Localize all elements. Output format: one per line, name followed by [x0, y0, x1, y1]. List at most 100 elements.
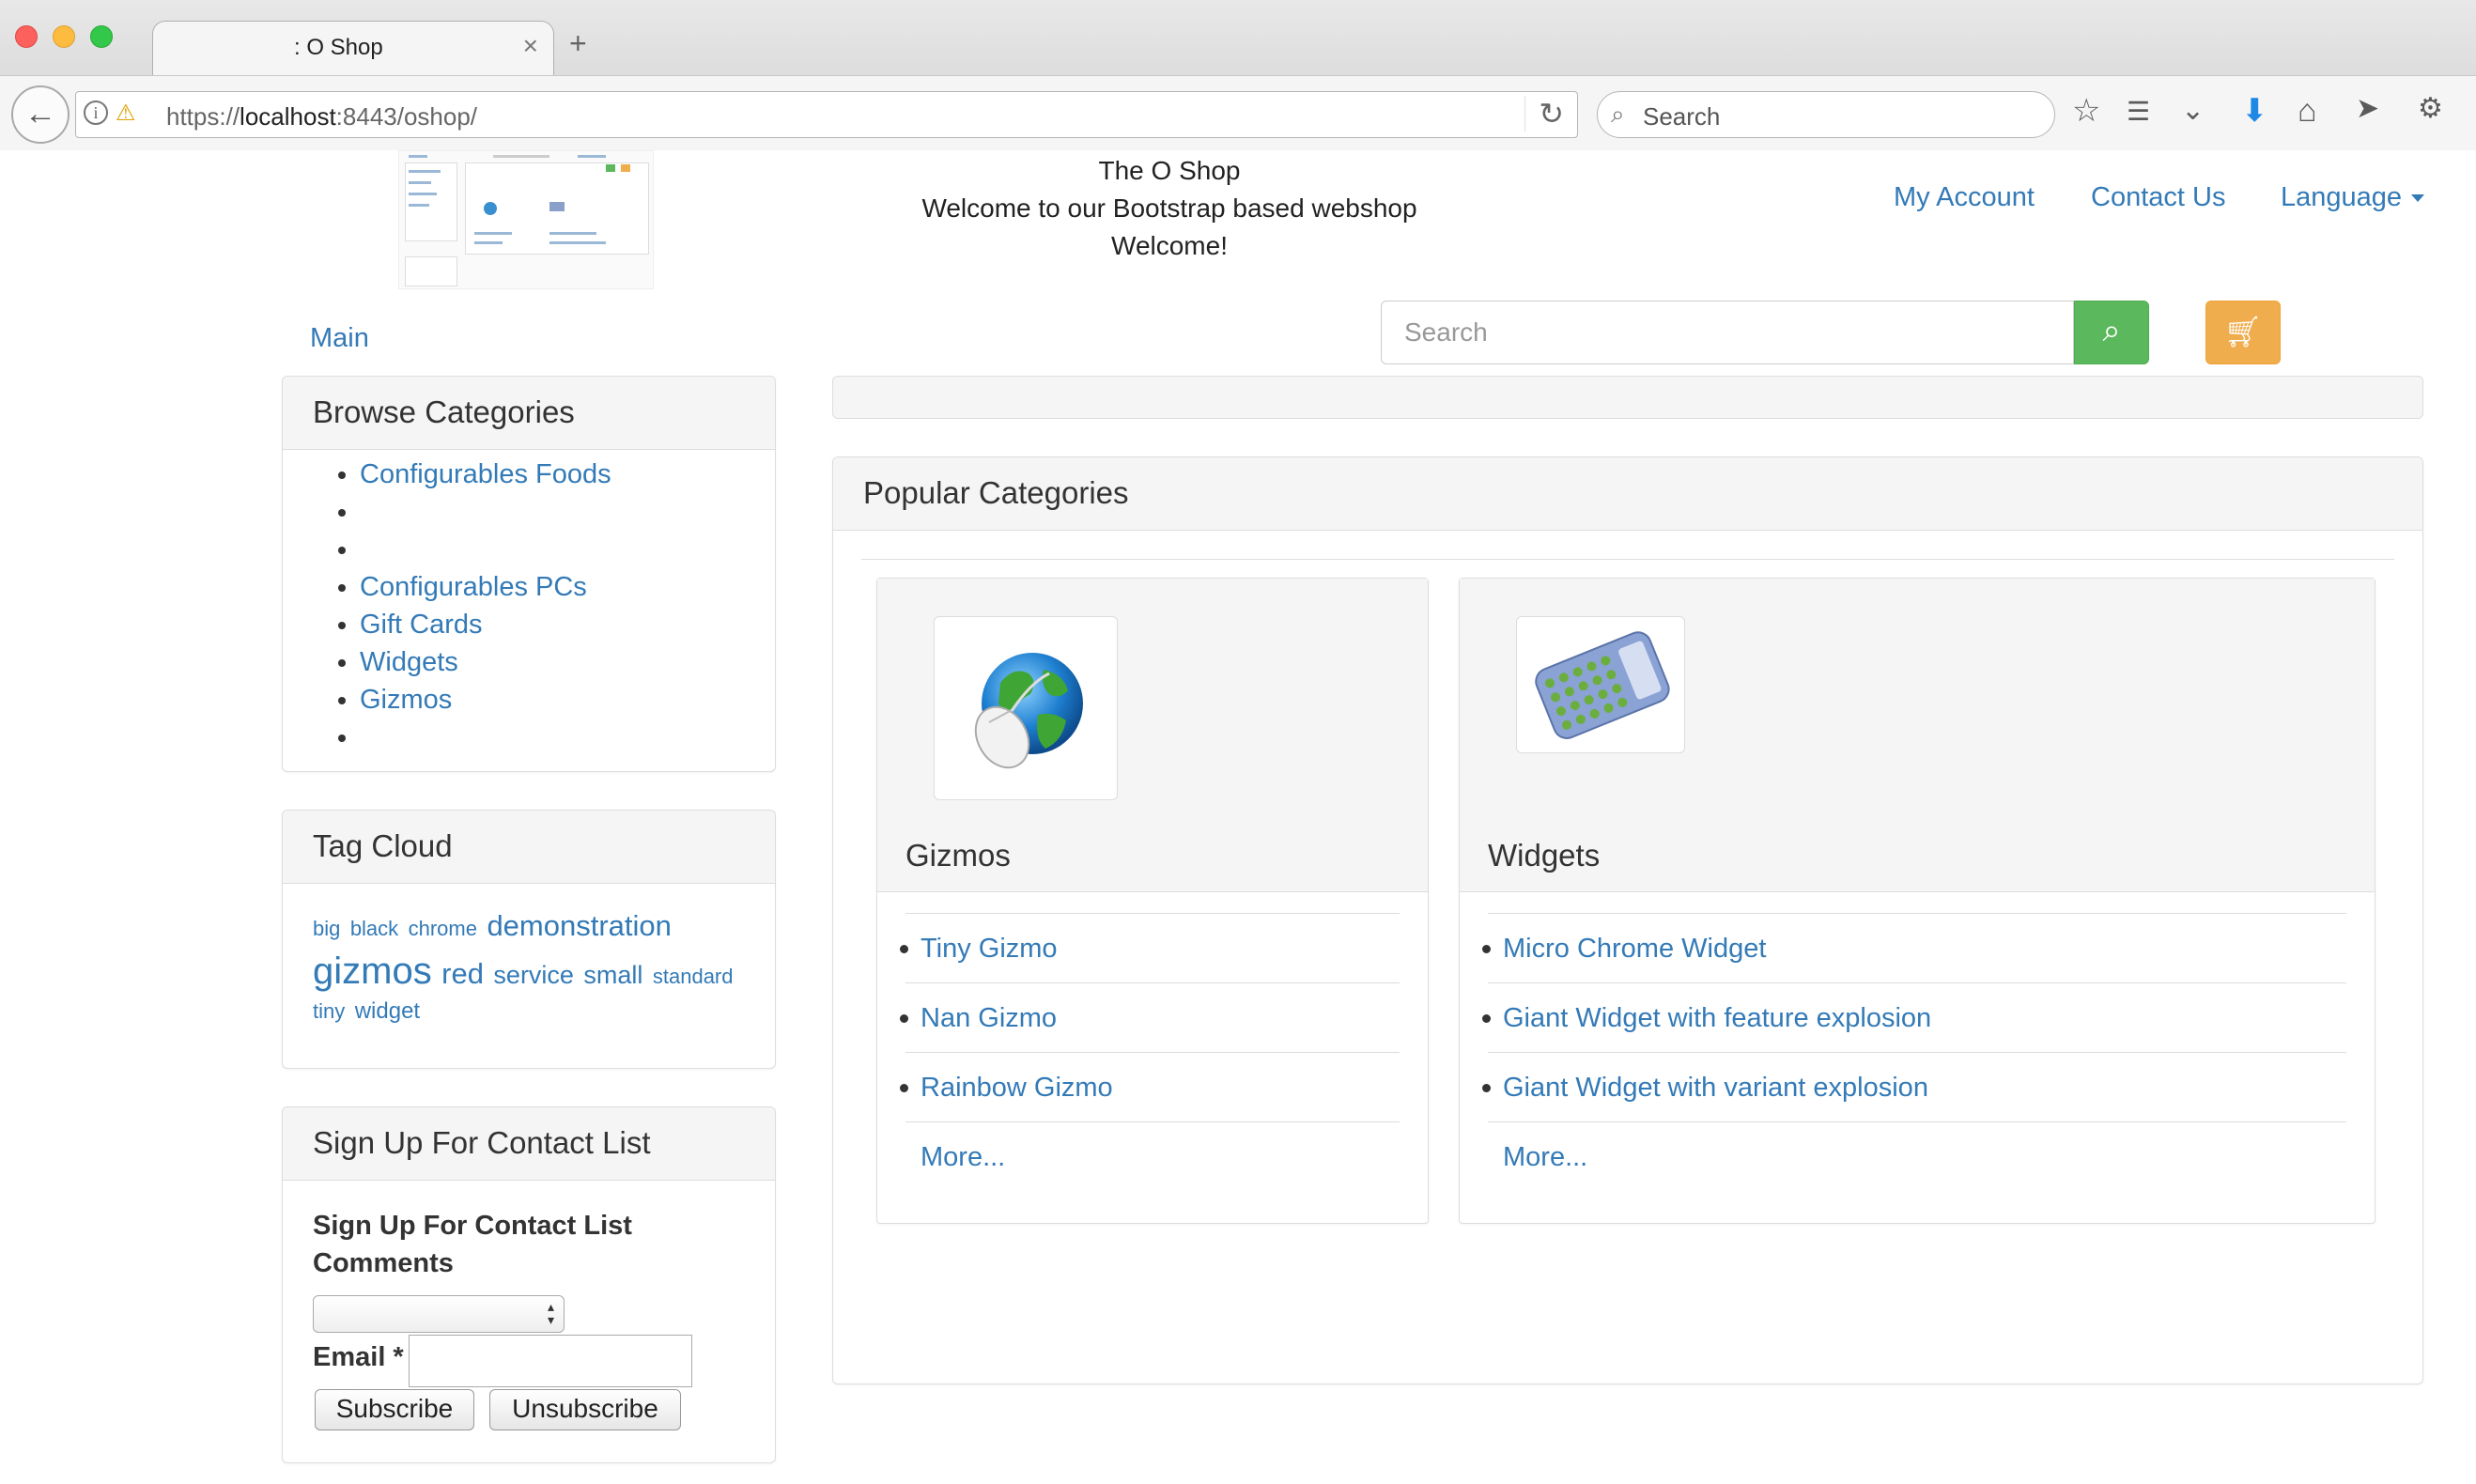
tag-link[interactable]: widget — [355, 998, 420, 1024]
nav-language-dropdown[interactable]: Language — [2281, 182, 2425, 213]
tag-link[interactable]: small — [583, 961, 642, 989]
calculator-icon[interactable] — [1516, 616, 1685, 753]
chevron-down-icon — [2411, 194, 2425, 203]
tag-link[interactable]: black — [350, 917, 398, 940]
shop-logo[interactable] — [398, 150, 654, 289]
tag-link[interactable]: service — [493, 961, 574, 989]
home-icon[interactable]: ⌂ — [2298, 95, 2317, 127]
category-link[interactable]: Configurables PCs — [360, 572, 587, 602]
comments-label: Comments — [313, 1248, 454, 1278]
tag-link[interactable]: big — [313, 917, 340, 940]
list-item: Micro Chrome Widget — [1482, 913, 2346, 982]
back-icon[interactable]: ← — [11, 85, 70, 144]
product-list: Tiny Gizmo Nan Gizmo Rainbow Gizmo More.… — [900, 913, 1400, 1191]
tag-cloud-panel: Tag Cloud big black chrome demonstration… — [282, 810, 776, 1069]
comments-select[interactable]: ▴ ▾ — [313, 1295, 565, 1333]
send-icon[interactable]: ➤ — [2356, 95, 2379, 123]
category-card-gizmos: Gizmos Tiny Gizmo Nan Gizmo Rainbow Gizm… — [876, 578, 1429, 1224]
category-title[interactable]: Widgets — [1488, 838, 1600, 873]
minimize-window-button[interactable] — [53, 25, 75, 48]
shop-name: The O Shop — [1098, 156, 1241, 185]
browser-search-placeholder: Search — [1643, 102, 1721, 131]
browser-toolbar: ← i ⚠ https://localhost:8443/oshop/ ↻ ⌕ … — [0, 75, 2476, 150]
search-input[interactable] — [1381, 301, 2074, 364]
more-link[interactable]: More... — [1503, 1142, 1587, 1172]
pocket-icon[interactable]: ⌄ — [2181, 97, 2205, 125]
nav-language-label: Language — [2281, 182, 2403, 212]
insecure-lock-icon[interactable]: ⚠ — [116, 100, 136, 127]
list-item: Gift Cards — [360, 606, 775, 643]
tag-link[interactable]: standard — [653, 965, 734, 988]
category-title[interactable]: Gizmos — [905, 838, 1011, 873]
bookmark-star-icon[interactable]: ☆ — [2072, 95, 2100, 127]
reading-list-icon[interactable]: ☰ — [2127, 99, 2150, 125]
browse-categories-panel: Browse Categories Configurables Foods Co… — [282, 376, 776, 772]
category-card-header: Gizmos — [877, 579, 1428, 892]
search-button[interactable]: ⌕ — [2074, 301, 2149, 364]
tag-link[interactable]: red — [441, 957, 484, 990]
zoom-window-button[interactable] — [90, 25, 113, 48]
message-bar — [832, 376, 2423, 419]
globe-mouse-icon[interactable] — [934, 616, 1118, 800]
subscribe-button[interactable]: Subscribe — [315, 1389, 474, 1430]
signup-heading: Sign Up For Contact List — [313, 1211, 632, 1241]
reload-icon[interactable]: ↻ — [1524, 96, 1564, 131]
search-icon: ⌕ — [2102, 313, 2121, 348]
url-bar[interactable]: i ⚠ https://localhost:8443/oshop/ ↻ — [75, 91, 1578, 138]
list-item: Configurables Foods — [360, 456, 775, 493]
list-item: More... — [1488, 1121, 2346, 1191]
divider — [861, 559, 2394, 560]
category-link[interactable]: Gift Cards — [360, 610, 483, 640]
nav-contact-us[interactable]: Contact Us — [2091, 182, 2225, 213]
new-tab-button[interactable]: + — [569, 28, 587, 58]
tag-link[interactable]: tiny — [313, 999, 345, 1023]
product-link[interactable]: Nan Gizmo — [921, 1003, 1057, 1033]
close-window-button[interactable] — [15, 25, 38, 48]
tag-link[interactable]: gizmos — [313, 951, 432, 992]
info-icon[interactable]: i — [84, 100, 108, 125]
browser-chrome: : O Shop × + ← i ⚠ https://localhost:844… — [0, 0, 2476, 150]
tab-close-icon[interactable]: × — [523, 31, 538, 61]
category-link[interactable]: Widgets — [360, 647, 458, 677]
tag-cloud-title: Tag Cloud — [283, 811, 775, 884]
list-item — [360, 531, 775, 568]
bug-icon[interactable]: ⚙ — [2418, 95, 2443, 123]
product-link[interactable]: Giant Widget with feature explosion — [1503, 1003, 1931, 1033]
tag-cloud: big black chrome demonstration gizmos re… — [283, 884, 775, 1027]
more-link[interactable]: More... — [921, 1142, 1005, 1172]
category-link[interactable]: Gizmos — [360, 685, 452, 715]
list-item: Gizmos — [360, 681, 775, 719]
list-item: Widgets — [360, 643, 775, 681]
url-text[interactable]: https://localhost:8443/oshop/ — [166, 102, 477, 131]
browser-tab[interactable]: : O Shop × — [152, 21, 554, 75]
shop-tagline: Welcome to our Bootstrap based webshop — [921, 193, 1417, 223]
welcome-message: Welcome! — [1111, 231, 1228, 260]
product-link[interactable]: Giant Widget with variant explosion — [1503, 1073, 1928, 1103]
tag-link[interactable]: chrome — [409, 917, 477, 940]
search-icon: ⌕ — [1611, 100, 1625, 128]
signup-form: Sign Up For Contact List Comments — [283, 1181, 775, 1282]
tag-link[interactable]: demonstration — [487, 909, 671, 942]
unsubscribe-button[interactable]: Unsubscribe — [489, 1389, 681, 1430]
popular-categories-title: Popular Categories — [833, 457, 2422, 531]
product-link[interactable]: Rainbow Gizmo — [921, 1073, 1113, 1103]
product-list: Micro Chrome Widget Giant Widget with fe… — [1482, 913, 2346, 1191]
nav-my-account[interactable]: My Account — [1894, 182, 2035, 213]
popular-categories-panel: Popular Categories Gizmos Tiny Gizmo Nan… — [832, 456, 2423, 1384]
email-label: Email * — [313, 1342, 404, 1372]
shopping-cart-icon: 🛒︎ — [2223, 315, 2263, 348]
category-link[interactable]: Configurables Foods — [360, 459, 611, 489]
browse-categories-title: Browse Categories — [283, 377, 775, 450]
download-icon[interactable]: ⬇ — [2241, 95, 2268, 127]
list-item: More... — [905, 1121, 1400, 1191]
breadcrumb-main[interactable]: Main — [310, 323, 369, 354]
updown-icon: ▴ ▾ — [547, 1299, 554, 1327]
list-item: Giant Widget with variant explosion — [1482, 1052, 2346, 1121]
cart-button[interactable]: 🛒︎ — [2205, 301, 2281, 364]
email-field[interactable] — [409, 1335, 692, 1387]
product-link[interactable]: Tiny Gizmo — [921, 934, 1058, 964]
shop-header: The O Shop Welcome to our Bootstrap base… — [845, 152, 1493, 265]
product-link[interactable]: Micro Chrome Widget — [1503, 934, 1766, 964]
browser-search-field[interactable]: ⌕ Search — [1597, 91, 2055, 138]
signup-panel: Sign Up For Contact List Sign Up For Con… — [282, 1106, 776, 1463]
